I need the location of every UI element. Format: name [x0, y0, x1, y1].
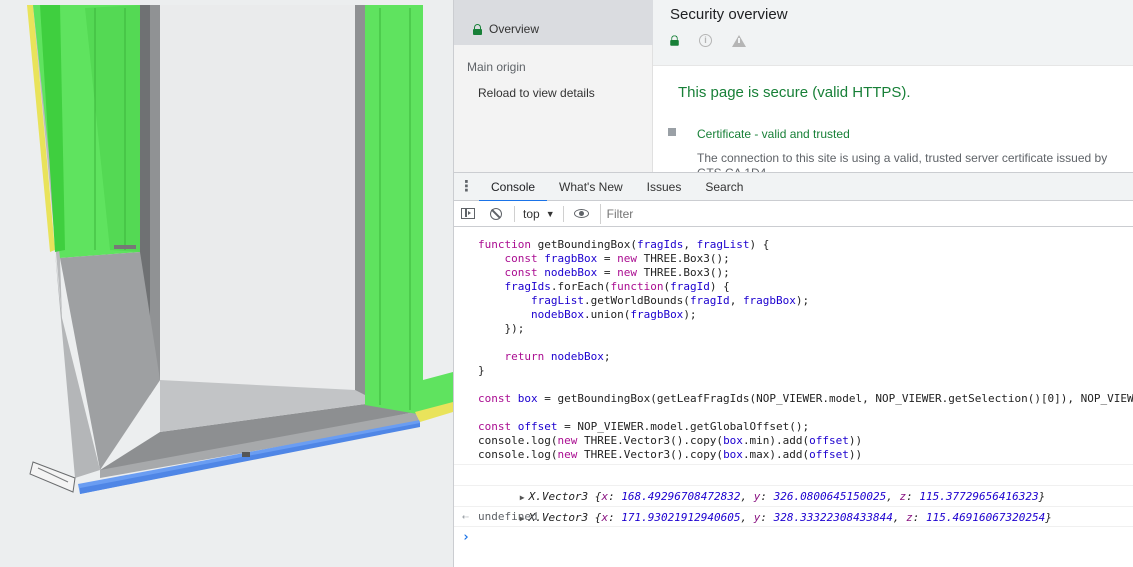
security-panel: Overview Main origin Reload to view deta…: [454, 0, 1133, 172]
sidebar-item-overview[interactable]: Overview: [454, 0, 653, 45]
code-line: });: [478, 322, 525, 335]
warning-icon: [732, 34, 746, 47]
tab-console[interactable]: Console: [479, 173, 548, 202]
code-line: }: [478, 364, 485, 377]
more-options-icon[interactable]: ⋮: [454, 179, 479, 194]
code-line: console.log(new THREE.Vector3().copy(box…: [478, 434, 863, 447]
lock-icon: [670, 35, 679, 46]
toolbar-divider: [562, 205, 564, 222]
code-line: console.log(new THREE.Vector3().copy(box…: [478, 448, 863, 461]
security-overview: Security overview i This page is secure …: [653, 0, 1133, 172]
sidebar-item-label: Overview: [489, 22, 540, 36]
chevron-down-icon: ▼: [545, 208, 555, 219]
tab-search[interactable]: Search: [693, 173, 755, 201]
console-output: function getBoundingBox(fragIds, fragLis…: [454, 228, 1133, 567]
eye-icon: [574, 209, 590, 218]
log-result-row[interactable]: ▶ X.Vector3 {x: 168.49296708472832, y: 32…: [454, 465, 1133, 503]
filter-input[interactable]: [599, 203, 1133, 224]
show-sidebar-button[interactable]: [454, 201, 482, 227]
reload-hint: Reload to view details: [478, 86, 595, 100]
code-line: fragList.getWorldBounds(fragId, fragbBox…: [530, 294, 810, 307]
code-line: const fragbBox = new THREE.Box3();: [504, 252, 730, 265]
certificate-description: The connection to this site is using a v…: [697, 151, 1108, 172]
security-state-icons: i: [670, 34, 1133, 47]
certificate-status: Certificate - valid and trusted: [697, 127, 850, 141]
security-header: Security overview i: [653, 0, 1133, 66]
clear-icon: [490, 207, 502, 220]
3d-model-render: [0, 0, 453, 567]
security-sidebar: Overview Main origin Reload to view deta…: [454, 0, 653, 172]
info-icon: i: [699, 34, 712, 47]
3d-viewer-canvas[interactable]: [0, 0, 453, 567]
context-label: top: [523, 206, 540, 221]
console-input-echo: function getBoundingBox(fragIds, fragLis…: [454, 228, 1133, 465]
expand-triangle-icon[interactable]: ▶: [520, 493, 525, 502]
return-value-row: ⇠ undefined: [454, 507, 1133, 527]
code-line: const offset = NOP_VIEWER.model.getGloba…: [478, 420, 810, 433]
devtools-panel: Overview Main origin Reload to view deta…: [453, 0, 1133, 567]
tab-whats-new[interactable]: What's New: [547, 173, 635, 201]
code-line: fragIds.forEach(function(fragId) {: [504, 280, 730, 293]
console-toolbar: top ▼: [454, 201, 1133, 227]
lock-icon: [473, 23, 482, 35]
clear-console-button[interactable]: [482, 201, 510, 227]
return-value: undefined: [478, 510, 538, 523]
context-selector[interactable]: top ▼: [519, 207, 559, 221]
tab-issues[interactable]: Issues: [635, 173, 694, 201]
prompt-chevron-icon: ›: [462, 530, 470, 545]
code-line: return nodebBox;: [504, 350, 611, 363]
return-arrow-icon: ⇠: [462, 510, 469, 523]
console-prompt[interactable]: ›: [454, 527, 1133, 549]
page-title: Security overview: [670, 6, 788, 23]
toolbar-divider: [514, 205, 515, 222]
main-origin-heading: Main origin: [467, 60, 526, 74]
sidebar-toggle-icon: [461, 208, 475, 219]
certificate-bullet-icon: [668, 128, 676, 136]
code-line: function getBoundingBox(fragIds, fragLis…: [478, 238, 770, 251]
code-line: const box = getBoundingBox(getLeafFragId…: [478, 392, 1133, 405]
security-status: This page is secure (valid HTTPS).: [678, 84, 911, 101]
code-line: const nodebBox = new THREE.Box3();: [504, 266, 730, 279]
drawer-tabbar: ⋮ Console What's New Issues Search: [454, 172, 1133, 202]
code-line: nodebBox.union(fragbBox);: [530, 308, 697, 321]
live-expression-button[interactable]: [568, 201, 596, 227]
